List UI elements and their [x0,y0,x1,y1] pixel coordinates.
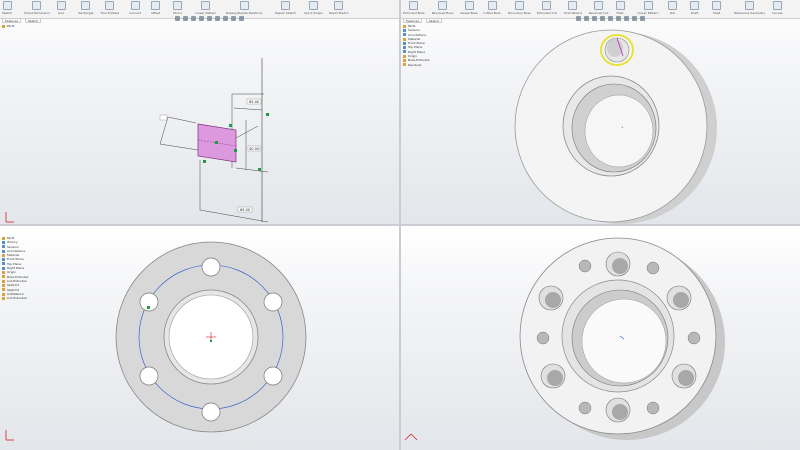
relation-marker [229,124,232,127]
viewport-divider[interactable] [0,224,800,226]
counterbore-hole [671,363,697,389]
material-icon [403,37,406,41]
tree-item[interactable]: Revolve1 [403,63,430,67]
bolt-hole [201,402,221,422]
counterbore-hole [605,397,631,423]
bolt-hole [139,366,159,386]
annotation-icon [403,33,406,37]
bolt-hole [578,259,592,273]
bolt-hole [536,331,550,345]
flange-front-graphics[interactable] [0,226,399,450]
viewport-front[interactable]: Part1 History Sensors Annotations Materi… [0,226,399,450]
bolt-hole [263,366,283,386]
bolt-hole [263,292,283,312]
part-graphics[interactable]: + [401,0,800,224]
bolt-hole [687,331,701,345]
bolt-hole [201,257,221,277]
relation-marker [234,149,237,152]
relation-marker [215,141,218,144]
viewport-revolve[interactable]: Extruded Boss Revolved Boss Swept Boss Loft… [401,0,800,224]
flange-iso-graphics[interactable] [401,226,800,450]
counterbore-hole [540,363,566,389]
counterbore-hole [538,285,564,311]
bolt-hole [646,261,660,275]
counterbore-hole [666,285,692,311]
plane-icon [403,50,406,54]
viewport-sketch[interactable]: Sketch Smart Dimension Line Rectangle Trim E… [0,0,399,224]
feature-icon [403,63,406,67]
sketch-graphics[interactable]: 65.00 40.00 65.00 [0,0,399,224]
origin-icon [403,54,406,58]
svg-text:40.00: 40.00 [249,147,259,151]
svg-text:65.00: 65.00 [240,208,250,212]
triad-icon [404,433,418,441]
feature-icon [403,59,406,63]
origin-icon [5,430,14,441]
sensor-icon [403,28,406,32]
counterbore-hole [605,251,631,277]
viewport-iso[interactable] [401,226,800,450]
bolt-hole [646,401,660,415]
bore [581,298,667,384]
feature-tree: Part1 Sensors Annotations Material Front… [403,24,430,67]
plane-icon [403,41,406,45]
part-icon [403,24,406,28]
origin-icon [5,212,14,223]
relation-marker [203,160,206,163]
relation-marker [147,306,150,309]
relation-marker [258,168,261,171]
dimension-text: 65.00 [249,100,259,104]
relation-marker [266,113,269,116]
plane-icon [403,46,406,50]
bolt-hole [578,401,592,415]
